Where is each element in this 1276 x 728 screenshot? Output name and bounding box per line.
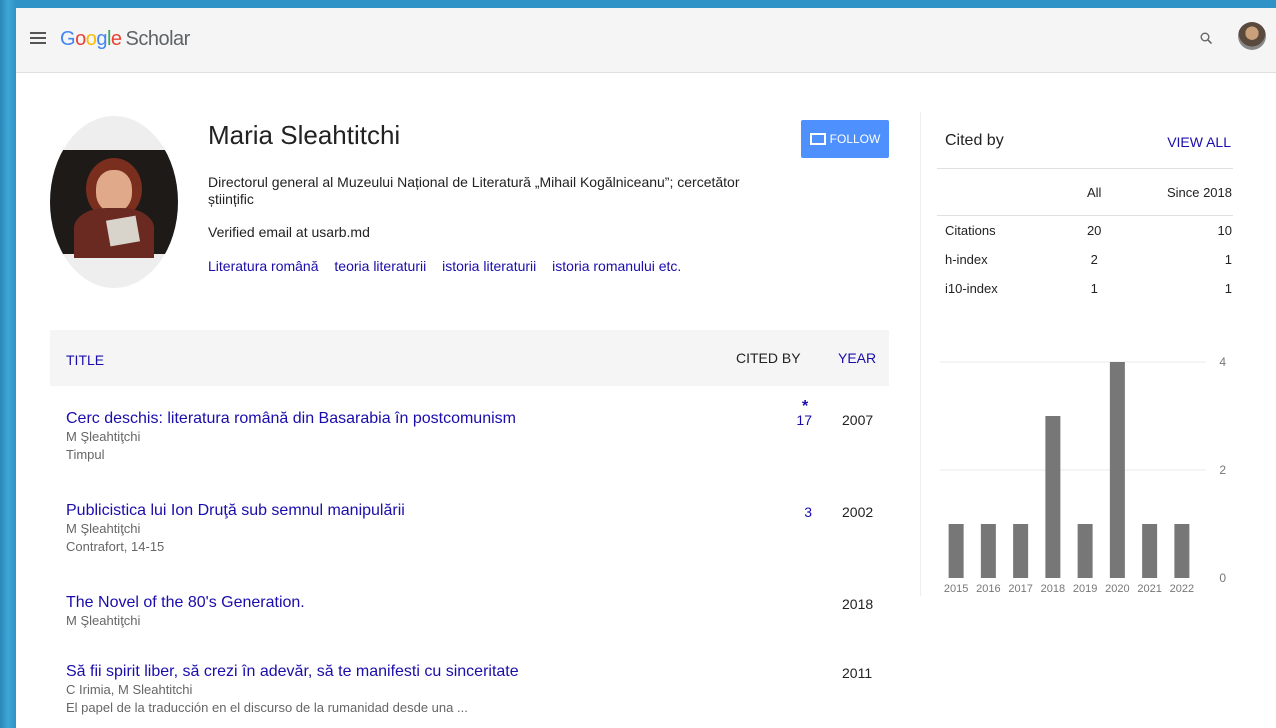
article-venue: Contrafort, 14-15 (66, 539, 165, 554)
sort-by-cited[interactable]: CITED BY (736, 350, 801, 366)
table-row: The Novel of the 80's Generation. M Şlea… (66, 594, 886, 630)
x-tick-label: 2020 (1105, 583, 1129, 595)
y-tick-label: 4 (1219, 355, 1226, 369)
table-row: Cerc deschis: literatura română din Basa… (66, 398, 886, 464)
stat-since: 1 (1224, 281, 1232, 296)
x-tick-label: 2021 (1137, 583, 1161, 595)
x-tick-label: 2018 (1041, 583, 1065, 595)
interest-link[interactable]: istoria romanului etc. (552, 258, 681, 274)
chart-bar[interactable] (980, 524, 996, 578)
follow-button[interactable]: FOLLOW (801, 120, 889, 158)
stat-all: 20 (1086, 223, 1102, 238)
profile-affiliation: Directorul general al Muzeului Național … (208, 174, 740, 207)
article-authors: M Şleahtiţchi (66, 613, 141, 628)
chart-bar[interactable] (1077, 524, 1093, 578)
follow-label: FOLLOW (829, 132, 881, 146)
account-avatar[interactable] (1238, 22, 1266, 50)
x-tick-label: 2022 (1170, 583, 1194, 595)
logo-google: Google (60, 28, 122, 50)
articles-table-header: TITLE CITED BY YEAR (50, 330, 889, 386)
stat-label: Citations (945, 223, 996, 238)
col-all: All (1079, 168, 1110, 216)
search-icon[interactable] (1200, 32, 1212, 44)
google-scholar-logo[interactable]: Google Scholar (60, 28, 190, 51)
citation-stats-table: All Since 2018 Citations 20 10 h-index 2… (937, 168, 1233, 303)
merged-citations-star[interactable]: * (802, 398, 808, 416)
article-year: 2018 (842, 596, 874, 612)
article-title[interactable]: Să fii spirit liber, să crezi în adevăr,… (66, 663, 886, 681)
chart-bar[interactable] (1013, 524, 1029, 578)
chart-bar[interactable] (1174, 524, 1190, 578)
stat-all: 1 (1090, 281, 1098, 296)
article-venue: Timpul (66, 447, 105, 462)
article-title[interactable]: Cerc deschis: literatura română din Basa… (66, 410, 886, 428)
chart-bar[interactable] (948, 524, 964, 578)
article-authors: M Şleahtiţchi (66, 429, 141, 444)
chart-bar[interactable] (1109, 362, 1125, 578)
table-row: Să fii spirit liber, să crezi în adevăr,… (66, 663, 886, 717)
stat-since: 10 (1217, 223, 1232, 238)
interest-link[interactable]: istoria literaturii (442, 258, 536, 274)
chart-bar[interactable] (1045, 416, 1061, 578)
citations-per-year-chart: 0 2 4 2015 2016 2017 2018 2019 2020 2021 2022 (940, 355, 1226, 595)
chart-bar[interactable] (1142, 524, 1158, 578)
cited-by-title: Cited by (945, 132, 1004, 149)
col-since: Since 2018 (1109, 168, 1233, 216)
stat-label: h-index (945, 252, 988, 267)
scholar-page: Google Scholar Maria Sleahtitchi Director… (16, 8, 1276, 728)
y-tick-label: 0 (1219, 571, 1226, 585)
top-bar: Google Scholar (16, 8, 1276, 73)
view-all-link[interactable]: VIEW ALL (1167, 134, 1231, 150)
sort-by-title[interactable]: TITLE (66, 352, 104, 368)
x-tick-label: 2016 (976, 583, 1000, 595)
x-tick-label: 2019 (1073, 583, 1097, 595)
article-year: 2007 (842, 412, 874, 428)
interest-link[interactable]: Literatura română (208, 258, 319, 274)
y-tick-label: 2 (1219, 463, 1226, 477)
hamburger-menu-icon[interactable] (30, 32, 46, 44)
cited-by-panel: Cited by VIEW ALL All Since 2018 Citatio… (920, 112, 1237, 596)
research-interests: Literatura română teoria literaturii ist… (208, 258, 693, 274)
cited-count-link[interactable]: 3 (782, 504, 812, 520)
article-title[interactable]: Publicistica lui Ion Druţă sub semnul ma… (66, 502, 886, 520)
article-authors: M Şleahtiţchi (66, 521, 141, 536)
table-row: Publicistica lui Ion Druţă sub semnul ma… (66, 502, 886, 556)
logo-scholar: Scholar (125, 28, 191, 50)
profile-name: Maria Sleahtitchi (208, 120, 401, 150)
stat-all: 2 (1090, 252, 1098, 267)
x-tick-label: 2015 (944, 583, 968, 595)
profile-email: Verified email at usarb.md (208, 224, 370, 240)
article-title[interactable]: The Novel of the 80's Generation. (66, 594, 886, 612)
interest-link[interactable]: teoria literaturii (334, 258, 426, 274)
mail-icon (809, 133, 826, 145)
sort-by-year[interactable]: YEAR (838, 350, 876, 366)
article-year: 2011 (842, 665, 873, 681)
x-tick-label: 2017 (1008, 583, 1032, 595)
article-venue: El papel de la traducción en el discurso… (66, 700, 468, 715)
stat-since: 1 (1224, 252, 1232, 267)
article-year: 2002 (842, 504, 874, 520)
profile-photo (50, 116, 178, 288)
stat-label: i10-index (945, 281, 998, 296)
article-authors: C Irimia, M Sleahtitchi (66, 682, 193, 697)
